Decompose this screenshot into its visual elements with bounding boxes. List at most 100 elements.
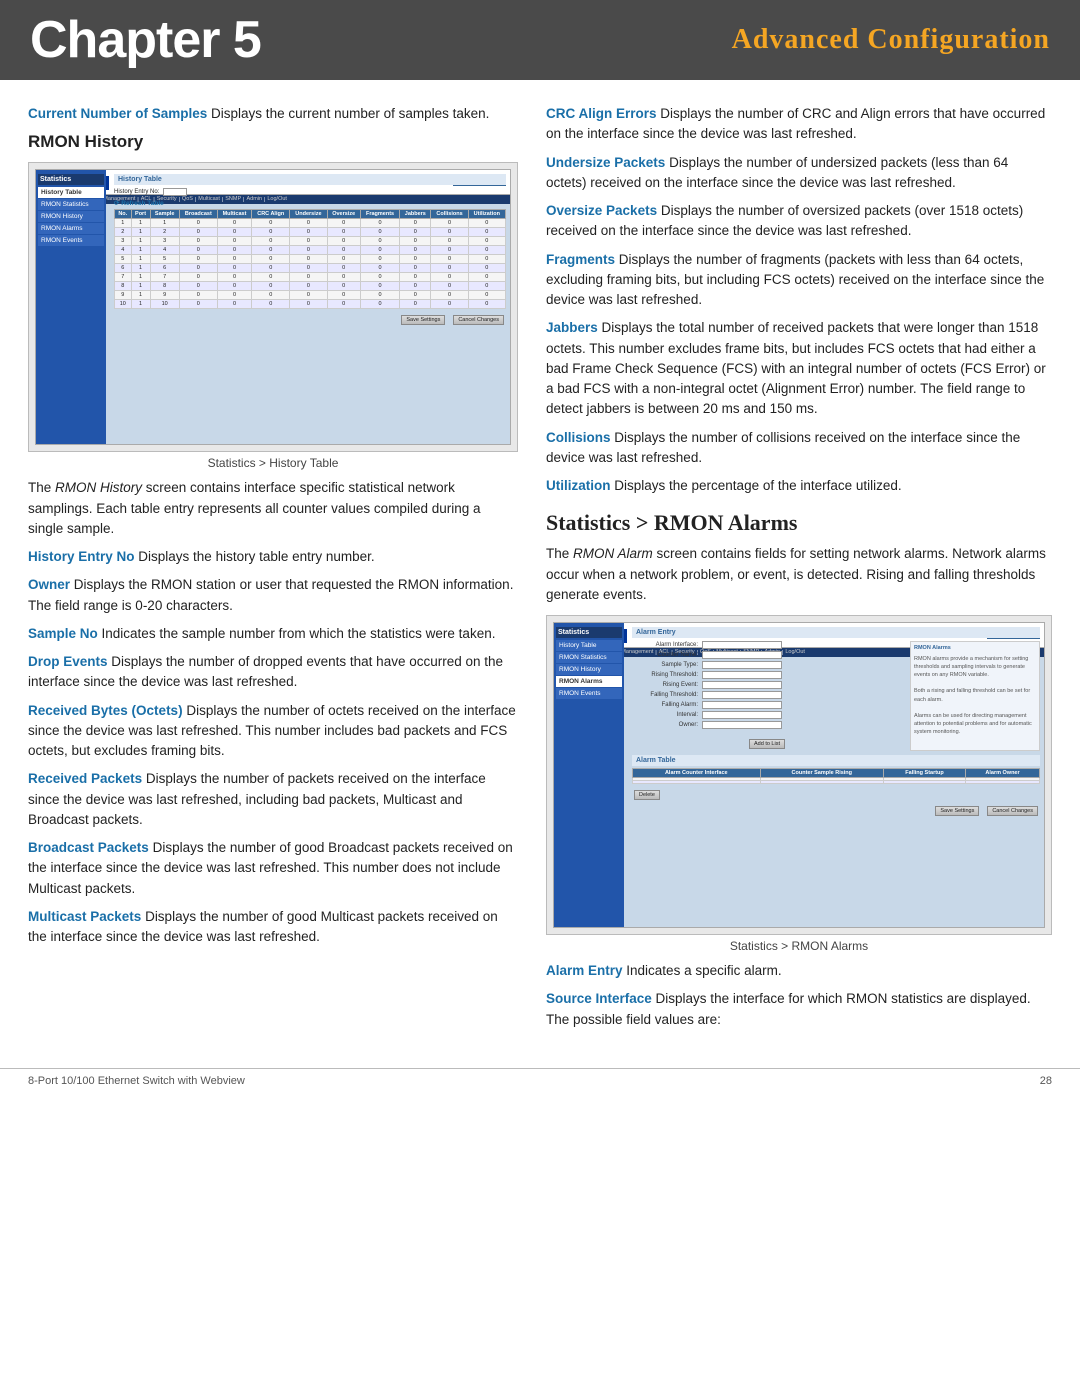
ss-cancel-changes-btn[interactable]: Cancel Changes	[453, 315, 504, 325]
table-row: 414000000000	[115, 246, 506, 255]
ss2-save-settings-btn[interactable]: Save Settings	[935, 806, 979, 816]
table-row: 515000000000	[115, 255, 506, 264]
ss2-sidebar-history[interactable]: History Table	[556, 640, 622, 651]
ss2-main: Alarm Entry Alarm Interface: Counter Nam…	[628, 623, 1044, 927]
footer-right: 28	[1040, 1075, 1052, 1087]
current-samples-text: Displays the current number of samples t…	[207, 106, 489, 121]
ss2-interval-input[interactable]	[702, 711, 782, 719]
ss2-falling-event-input[interactable]	[702, 701, 782, 709]
ss2-alarm-table-title: Alarm Table	[632, 755, 1040, 766]
ss2-counter-name-input[interactable]	[702, 651, 782, 659]
ss2-falling-threshold-input[interactable]	[702, 691, 782, 699]
ss2-sample-type-input[interactable]	[702, 661, 782, 669]
multicast-packets-para: Multicast Packets Displays the number of…	[28, 907, 518, 948]
current-samples-para: Current Number of Samples Displays the c…	[28, 104, 518, 124]
rmon-alarms-heading: Statistics > RMON Alarms	[546, 510, 1052, 536]
table-row: 616000000000	[115, 264, 506, 273]
ss2-add-list-btn-row: Add to List	[632, 733, 902, 751]
page-header: Chapter 5 Advanced Configuration	[0, 0, 1080, 80]
history-entry-no-para: History Entry No Displays the history ta…	[28, 547, 518, 567]
ss2-row-counter-name: Counter Name:	[632, 651, 902, 659]
ss2-alarm-interface-input[interactable]	[702, 641, 782, 649]
multicast-packets-term: Multicast Packets	[28, 909, 141, 924]
ss-refresh-btn[interactable]: ⟳ Refresh Table	[114, 199, 506, 207]
drop-events-para: Drop Events Displays the number of dropp…	[28, 652, 518, 693]
ss2-sidebar-rmon-stats[interactable]: RMON Statistics	[556, 652, 622, 663]
ss-sidebar-rmon-hist[interactable]: RMON History	[38, 211, 104, 222]
table-row: 212000000000	[115, 228, 506, 237]
oversize-term: Oversize Packets	[546, 203, 657, 218]
ss-sidebar-title: Statistics	[38, 174, 104, 185]
rmon-history-heading: RMON History	[28, 132, 518, 152]
ss2-add-list-btn[interactable]: Add to List	[749, 739, 785, 749]
ss-sidebar-history[interactable]: History Table	[38, 187, 104, 198]
page-title: Advanced Configuration	[732, 24, 1050, 56]
table-row	[633, 781, 1040, 784]
drop-events-term: Drop Events	[28, 654, 108, 669]
ss2-alarm-form-title: Alarm Entry	[632, 627, 1040, 638]
ss2-row-sample-type: Sample Type:	[632, 661, 902, 669]
utilization-term: Utilization	[546, 478, 611, 493]
ss2-inner: LINKSYS 8-port 10/100 Ethernet Switch wi…	[553, 622, 1045, 928]
table-row: 919000000000	[115, 291, 506, 300]
history-entry-no-term: History Entry No	[28, 549, 135, 564]
rmon-history-italic: RMON History	[55, 480, 142, 495]
crc-align-term: CRC Align Errors	[546, 106, 657, 121]
ss2-row-alarm-interface: Alarm Interface:	[632, 641, 902, 649]
ss2-sidebar-rmon-events[interactable]: RMON Events	[556, 688, 622, 699]
fragments-para: Fragments Displays the number of fragmen…	[546, 250, 1052, 311]
received-bytes-term: Received Bytes (Octets)	[28, 703, 183, 718]
ss2-body: Statistics History Table RMON Statistics…	[554, 657, 1044, 928]
sample-no-para: Sample No Indicates the sample number fr…	[28, 624, 518, 644]
main-content: Current Number of Samples Displays the c…	[0, 80, 1080, 1058]
ss-sidebar-rmon-events[interactable]: RMON Events	[38, 235, 104, 246]
ss2-help-title: RMON Alarms	[914, 645, 1036, 653]
right-column: CRC Align Errors Displays the number of …	[546, 104, 1052, 1038]
ss2-delete-btn[interactable]: Delete	[634, 790, 660, 800]
ss2-rising-threshold-input[interactable]	[702, 671, 782, 679]
ss-body: Statistics History Table RMON Statistics…	[36, 204, 510, 445]
fragments-term: Fragments	[546, 252, 615, 267]
collisions-para: Collisions Displays the number of collis…	[546, 428, 1052, 469]
ss2-sidebar-rmon-alarms[interactable]: RMON Alarms	[556, 676, 622, 687]
ss-table-title: History Table	[114, 174, 506, 185]
rmon-alarms-screenshot: LINKSYS 8-port 10/100 Ethernet Switch wi…	[546, 615, 1052, 935]
broadcast-packets-para: Broadcast Packets Displays the number of…	[28, 838, 518, 899]
ss2-left-form: Alarm Interface: Counter Name: Sample Ty…	[632, 641, 902, 751]
received-bytes-para: Received Bytes (Octets) Displays the num…	[28, 701, 518, 762]
ss2-row-owner: Owner:	[632, 721, 902, 729]
ss2-owner-input[interactable]	[702, 721, 782, 729]
ss2-cancel-changes-btn[interactable]: Cancel Changes	[987, 806, 1038, 816]
ss-sidebar-rmon-alarms[interactable]: RMON Alarms	[38, 223, 104, 234]
history-table-screenshot: LINKSYS 8-port 10/100 Ethernet Switch wi…	[28, 162, 518, 452]
footer-left: 8-Port 10/100 Ethernet Switch with Webvi…	[28, 1075, 245, 1087]
ss-history-entry-input[interactable]	[163, 188, 187, 196]
received-packets-para: Received Packets Displays the number of …	[28, 769, 518, 830]
ss2-save-row: Save Settings Cancel Changes	[632, 804, 1040, 818]
alarm-entry-para: Alarm Entry Indicates a specific alarm.	[546, 961, 1052, 981]
ss2-rising-event-input[interactable]	[702, 681, 782, 689]
screenshot-inner: LINKSYS 8-port 10/100 Ethernet Switch wi…	[35, 169, 511, 445]
ss2-alarm-table: Alarm Counter Interface Counter Sample R…	[632, 768, 1040, 784]
history-table-caption: Statistics > History Table	[28, 456, 518, 470]
ss2-help-panel: RMON Alarms RMON alarms provide a mechan…	[910, 641, 1040, 751]
jabbers-term: Jabbers	[546, 320, 598, 335]
rmon-history-body: The RMON History screen contains interfa…	[28, 478, 518, 539]
page-footer: 8-Port 10/100 Ethernet Switch with Webvi…	[0, 1068, 1080, 1093]
ss2-sidebar-rmon-hist[interactable]: RMON History	[556, 664, 622, 675]
rmon-alarm-italic: RMON Alarm	[573, 546, 653, 561]
ss2-sidebar: Statistics History Table RMON Statistics…	[554, 623, 624, 927]
ss2-row-falling-threshold: Falling Threshold:	[632, 691, 902, 699]
crc-align-para: CRC Align Errors Displays the number of …	[546, 104, 1052, 145]
rmon-alarms-caption: Statistics > RMON Alarms	[546, 939, 1052, 953]
ss2-form-area: Alarm Interface: Counter Name: Sample Ty…	[632, 641, 1040, 751]
source-interface-para: Source Interface Displays the interface …	[546, 989, 1052, 1030]
ss-buttons: Save Settings Cancel Changes	[114, 313, 506, 327]
table-row: 717000000000	[115, 273, 506, 282]
ss-sidebar-rmon-stats[interactable]: RMON Statistics	[38, 199, 104, 210]
ss-save-settings-btn[interactable]: Save Settings	[401, 315, 445, 325]
utilization-para: Utilization Displays the percentage of t…	[546, 476, 1052, 496]
owner-para: Owner Displays the RMON station or user …	[28, 575, 518, 616]
ss-history-table: No. Port Sample Broadcast Multicast CRC …	[114, 209, 506, 309]
alarm-entry-term: Alarm Entry	[546, 963, 623, 978]
